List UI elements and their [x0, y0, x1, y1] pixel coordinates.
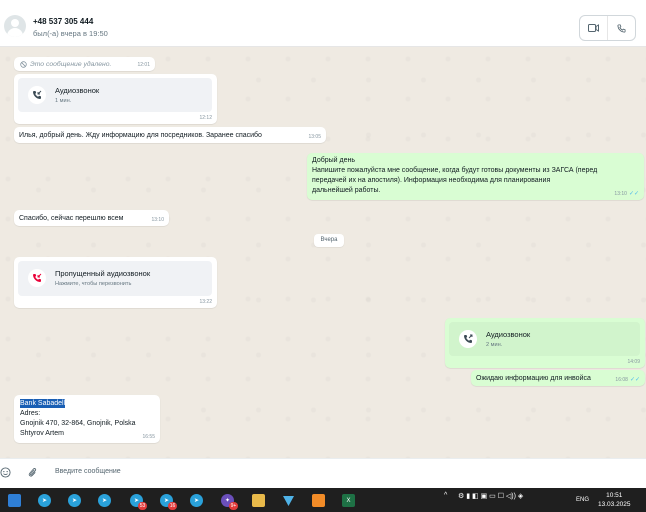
- message-time: 16:08 ✓✓: [615, 376, 640, 383]
- message-time: 14:09: [627, 359, 640, 365]
- excel-icon[interactable]: X: [342, 494, 355, 507]
- double-check-icon: ✓✓: [628, 191, 639, 197]
- deleted-message[interactable]: Это сообщение удалено. 12:01: [14, 57, 155, 71]
- language-indicator[interactable]: ENG: [576, 497, 589, 503]
- missed-call-message[interactable]: Пропущенный аудиозвонок Нажмите, чтобы п…: [14, 257, 217, 308]
- message-time: 13:10: [151, 217, 164, 223]
- time-text: 13:10: [614, 191, 627, 197]
- emoji-icon[interactable]: [0, 467, 11, 480]
- call-duration: 1 мин.: [55, 98, 72, 104]
- message-time: 13:22: [199, 299, 212, 305]
- message-time: 16:55: [142, 434, 155, 440]
- call-message[interactable]: Аудиозвонок 1 мин. 12:12: [14, 74, 217, 124]
- message-line: Shtyrov Artem: [20, 430, 64, 437]
- incoming-message[interactable]: Илья, добрый день. Жду информацию для по…: [14, 127, 326, 143]
- blocked-icon: [20, 61, 27, 68]
- call-card[interactable]: Аудиозвонок 1 мин.: [18, 78, 212, 112]
- message-line: Добрый день: [312, 157, 355, 164]
- call-title: Пропущенный аудиозвонок: [55, 269, 151, 278]
- message-text: Илья, добрый день. Жду информацию для по…: [19, 132, 262, 139]
- message-text: Ожидаю информацию для инвойса: [476, 375, 591, 382]
- message-input[interactable]: Введите сообщение: [55, 468, 121, 475]
- message-time: 12:12: [199, 115, 212, 121]
- message-line: дальнейшей работы.: [312, 187, 381, 194]
- call-title: Аудиозвонок: [486, 330, 531, 339]
- chevron-up-icon[interactable]: ^: [444, 492, 447, 499]
- telegram-icon[interactable]: ➤ 16: [160, 494, 177, 510]
- chat-header: +48 537 305 444 был(-а) вчера в 19:50: [0, 0, 646, 47]
- system-clock[interactable]: 10:51 13.03.2025: [598, 491, 631, 509]
- avatar[interactable]: [4, 15, 26, 37]
- outgoing-message[interactable]: Ожидаю информацию для инвойса 16:08 ✓✓: [471, 370, 645, 386]
- notification-badge: 16: [168, 502, 177, 510]
- message-line: Gnojnik 470, 32-864, Gnojnik, Polska: [20, 420, 136, 427]
- missed-call-card[interactable]: Пропущенный аудиозвонок Нажмите, чтобы п…: [18, 261, 212, 296]
- video-camera-icon: [588, 24, 599, 32]
- outgoing-message[interactable]: Добрый день Напишите пожалуйста мне сооб…: [307, 153, 644, 200]
- message-time: 13:10 ✓✓: [614, 190, 639, 197]
- outgoing-call-icon: [464, 334, 473, 343]
- double-check-icon: ✓✓: [629, 377, 640, 383]
- time-text: 16:08: [615, 377, 628, 383]
- contact-status: был(-а) вчера в 19:50: [33, 29, 108, 38]
- incoming-call-icon: [33, 90, 42, 99]
- folder-icon[interactable]: [252, 494, 265, 507]
- call-title: Аудиозвонок: [55, 86, 100, 95]
- telegram-icon[interactable]: ➤: [68, 494, 81, 507]
- message-line: передачей их на апостиля). Информация не…: [312, 177, 551, 184]
- missed-call-icon: [33, 273, 42, 282]
- vpn-icon[interactable]: [282, 494, 295, 507]
- call-card[interactable]: Аудиозвонок 2 мин.: [449, 322, 640, 356]
- clock-date: 13.03.2025: [598, 501, 631, 508]
- box-icon[interactable]: [312, 494, 325, 507]
- paperclip-icon[interactable]: [27, 467, 38, 480]
- message-text: Спасибо, сейчас перешлю всем: [19, 215, 124, 222]
- message-line: Adres:: [20, 410, 41, 417]
- chat-area[interactable]: Это сообщение удалено. 12:01 Аудиозвонок…: [0, 47, 646, 458]
- message-time: 13:05: [308, 134, 321, 140]
- call-duration: 2 мин.: [486, 342, 503, 348]
- teams-icon[interactable]: ✦ 9+: [221, 494, 238, 510]
- incoming-message[interactable]: Bank Sabadell Adres: Gnojnik 470, 32-864…: [14, 395, 160, 443]
- clock-time: 10:51: [606, 492, 623, 499]
- voice-call-button[interactable]: [607, 16, 635, 40]
- message-line-selected[interactable]: Bank Sabadell: [20, 399, 66, 408]
- windows-taskbar: ➤ ➤ ➤ ➤ 53 ➤ 16 ➤ ✦ 9+ X ^ ⚙ ▮ ◧ ▣ ▭ ☐ ◁)) …: [0, 488, 646, 512]
- call-subtitle: Нажмите, чтобы перезвонить: [55, 281, 132, 287]
- tray-icons[interactable]: ⚙ ▮ ◧ ▣ ▭ ☐ ◁)) ◈: [458, 492, 523, 500]
- call-icon-wrap: [459, 330, 477, 348]
- incoming-message[interactable]: Спасибо, сейчас перешлю всем 13:10: [14, 210, 169, 226]
- video-call-button[interactable]: [580, 16, 607, 40]
- phone-icon: [617, 23, 626, 33]
- notification-badge: 9+: [229, 502, 238, 510]
- deleted-message-text: Это сообщение удалено.: [20, 61, 111, 68]
- notification-badge: 53: [138, 502, 147, 510]
- message-time: 12:01: [137, 62, 150, 68]
- outgoing-call-message[interactable]: Аудиозвонок 2 мин. 14:09: [445, 318, 645, 368]
- call-icon-wrap: [28, 269, 46, 287]
- contact-name[interactable]: +48 537 305 444: [33, 17, 93, 26]
- deleted-label: Это сообщение удалено.: [30, 61, 112, 68]
- telegram-icon[interactable]: ➤: [190, 494, 203, 507]
- telegram-icon[interactable]: ➤ 53: [130, 494, 147, 510]
- telegram-icon[interactable]: ➤: [38, 494, 51, 507]
- message-composer: Введите сообщение: [0, 458, 646, 488]
- call-icon-wrap: [28, 86, 46, 104]
- telegram-icon[interactable]: ➤: [98, 494, 111, 507]
- app-icon[interactable]: [8, 494, 21, 507]
- date-separator: Вчера: [314, 234, 344, 247]
- message-line: Напишите пожалуйста мне сообщение, когда…: [312, 167, 598, 174]
- call-buttons: [579, 15, 636, 41]
